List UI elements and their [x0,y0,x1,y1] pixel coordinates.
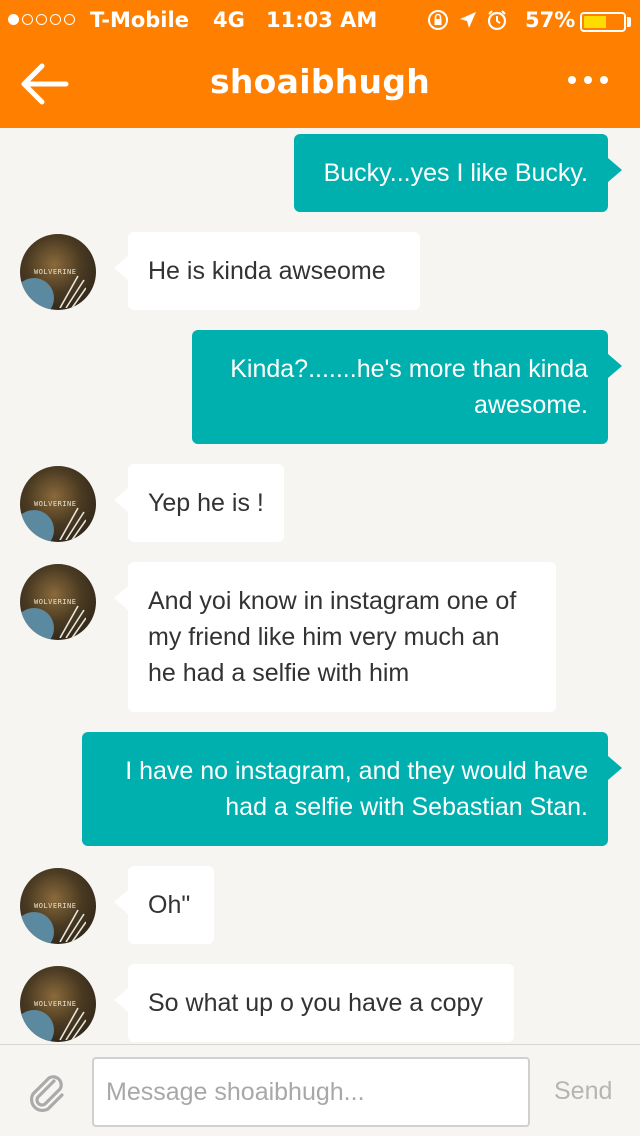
message-bubble[interactable]: Yep he is ! [114,464,284,542]
message-text-line: I have no instagram, and they would have [125,757,588,785]
avatar[interactable]: WOLVERINE [20,234,96,310]
message-text-line: awesome. [474,391,588,419]
nav-bar: shoaibhugh [0,40,640,128]
avatar[interactable]: WOLVERINE [20,868,96,944]
input-bar: Send [0,1044,640,1136]
network-type: 4G [213,8,245,32]
battery-tip [627,17,631,27]
avatar[interactable]: WOLVERINE [20,466,96,542]
battery-percent: 57% [525,8,576,32]
message-bubble[interactable]: Kinda?.......he's more than kinda awesome… [192,330,622,444]
status-icons [426,8,508,32]
message-bubble[interactable]: Oh" [114,866,214,944]
message-text-line: had a selfie with Sebastian Stan. [225,793,588,821]
location-arrow-icon [460,12,476,28]
message-text-line: Oh" [148,891,191,919]
message-text-line: He is kinda awseome [148,257,386,285]
message-bubble[interactable]: He is kinda awseome [114,232,420,310]
message-text-line: my friend like him very much an [148,623,500,651]
battery-level [584,16,606,28]
message-text-line: Bucky...yes I like Bucky. [323,159,588,187]
attach-button[interactable] [24,1069,70,1115]
signal-strength-icon [8,14,75,25]
status-time: 11:03 AM [266,8,378,32]
orientation-lock-icon [428,10,448,30]
carrier-name: T-Mobile [90,8,189,32]
message-bubble[interactable]: And yoi know in instagram one of my frien… [114,562,556,712]
chat-title: shoaibhugh [209,62,431,101]
message-text-line: he had a selfie with him [148,659,410,687]
battery-icon [580,12,626,32]
back-arrow-icon [21,63,69,105]
back-button[interactable] [18,60,72,108]
more-dots-icon [568,76,576,84]
header: T-Mobile 4G 11:03 AM 57% shoaibhugh [0,0,640,128]
message-text-line: So what up o you have a copy [148,989,483,1017]
more-options-button[interactable] [568,76,608,84]
message-text-line: Kinda?.......he's more than kinda [230,355,588,383]
message-input[interactable] [92,1057,530,1127]
message-bubble[interactable]: Bucky...yes I like Bucky. [294,134,622,212]
message-bubble[interactable]: I have no instagram, and they would have… [82,732,622,846]
message-text-line: Yep he is ! [148,489,264,517]
alarm-icon [487,10,507,31]
avatar[interactable]: WOLVERINE [20,564,96,640]
paperclip-icon [29,1075,64,1113]
avatar[interactable]: WOLVERINE [20,966,96,1042]
send-button[interactable]: Send [554,1077,612,1106]
status-bar: T-Mobile 4G 11:03 AM 57% [0,0,640,40]
message-text-line: And yoi know in instagram one of [148,587,517,615]
message-bubble[interactable]: So what up o you have a copy [114,964,514,1042]
